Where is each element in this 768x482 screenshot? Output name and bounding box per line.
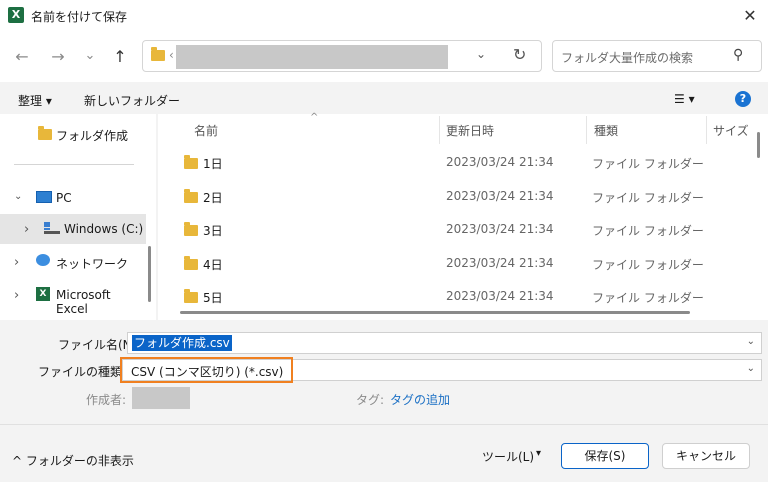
drive-icon — [44, 222, 60, 234]
organize-button[interactable]: 整理 ▾ — [18, 92, 52, 109]
folder-icon — [184, 155, 198, 169]
file-date: 2023/03/24 21:34 — [446, 289, 554, 303]
file-list-horizontal-scrollbar[interactable] — [180, 311, 690, 314]
file-type: ファイル フォルダー — [592, 291, 704, 305]
column-header-date[interactable]: 更新日時 — [446, 122, 494, 139]
search-box[interactable]: フォルダ大量作成の検索 ⚲ — [552, 40, 762, 72]
chevron-right-icon[interactable]: › — [14, 288, 19, 303]
nav-item-network[interactable]: › ネットワーク — [0, 248, 146, 276]
file-type: ファイル フォルダー — [592, 224, 704, 238]
chevron-down-icon[interactable]: ⌄ — [747, 363, 755, 374]
title-bar: X 名前を付けて保存 ✕ — [0, 0, 768, 32]
up-arrow-icon[interactable]: ↑ — [108, 45, 132, 69]
folder-icon — [151, 47, 165, 61]
folder-icon — [184, 222, 198, 236]
folder-icon — [184, 289, 198, 303]
file-date: 2023/03/24 21:34 — [446, 222, 554, 236]
nav-item-label: ネットワーク — [56, 257, 129, 271]
path-prefix: ‹ — [169, 48, 174, 62]
column-header-name[interactable]: 名前 — [194, 122, 218, 139]
search-placeholder: フォルダ大量作成の検索 — [561, 51, 694, 65]
file-name: 4日 — [203, 258, 223, 272]
network-icon — [36, 254, 50, 266]
close-icon[interactable]: ✕ — [738, 4, 762, 28]
redacted-author — [132, 387, 190, 409]
back-arrow-icon[interactable]: ← — [10, 45, 34, 69]
search-icon[interactable]: ⚲ — [733, 47, 743, 63]
add-tag-link[interactable]: タグの追加 — [390, 391, 450, 408]
nav-item-label: Microsoft Excel — [56, 288, 111, 316]
nav-item-microsoft-excel[interactable]: › X Microsoft Excel — [0, 281, 146, 316]
column-header-size[interactable]: サイズ — [713, 122, 749, 139]
column-separator[interactable] — [439, 116, 440, 144]
footer-divider — [0, 424, 768, 425]
tools-button[interactable]: ツール(L) — [482, 448, 534, 465]
file-name: 2日 — [203, 191, 223, 205]
file-date: 2023/03/24 21:34 — [446, 189, 554, 203]
file-row[interactable]: 4日 2023/03/24 21:34 ファイル フォルダー — [170, 251, 750, 277]
excel-icon: X — [36, 287, 50, 301]
column-header-type[interactable]: 種類 — [594, 122, 618, 139]
author-label: 作成者: — [86, 393, 127, 407]
file-type: ファイル フォルダー — [592, 157, 704, 171]
nav-item-windows-c[interactable]: › Windows (C:) — [0, 214, 146, 244]
folder-icon — [184, 256, 198, 270]
file-name: 3日 — [203, 224, 223, 238]
navigation-pane-scrollbar[interactable] — [148, 246, 151, 302]
chevron-right-icon[interactable]: › — [24, 222, 29, 237]
view-options-button[interactable]: ☰ ▾ — [674, 92, 695, 106]
nav-item-label: PC — [56, 191, 72, 205]
forward-arrow-icon[interactable]: → — [46, 45, 70, 69]
file-row[interactable]: 3日 2023/03/24 21:34 ファイル フォルダー — [170, 217, 750, 243]
chevron-right-icon[interactable]: › — [14, 255, 19, 270]
navigation-pane: フォルダ作成 ⌄ PC › Windows (C:) › ネットワーク › X … — [0, 114, 156, 320]
refresh-icon[interactable]: ↻ — [513, 45, 526, 64]
nav-divider — [14, 164, 134, 165]
file-row[interactable]: 1日 2023/03/24 21:34 ファイル フォルダー — [170, 150, 750, 176]
file-name: 1日 — [203, 157, 223, 171]
tags-label: タグ: — [356, 393, 385, 407]
file-type: ファイル フォルダー — [592, 191, 704, 205]
nav-item-label: フォルダ作成 — [56, 129, 129, 143]
file-type: ファイル フォルダー — [592, 258, 704, 272]
excel-app-icon: X — [8, 7, 24, 23]
tools-dropdown-icon[interactable]: ▾ — [536, 448, 541, 459]
filename-value: フォルダ作成.csv — [132, 335, 232, 351]
redacted-path — [176, 45, 448, 69]
file-name: 5日 — [203, 291, 223, 305]
file-row[interactable]: 2日 2023/03/24 21:34 ファイル フォルダー — [170, 184, 750, 210]
address-bar[interactable]: ‹ ⌄ ↻ — [142, 40, 542, 72]
nav-item-folder-create[interactable]: フォルダ作成 — [0, 119, 146, 147]
column-separator[interactable] — [586, 116, 587, 144]
filename-input[interactable]: フォルダ作成.csv ⌄ — [127, 332, 762, 354]
highlight-box — [120, 357, 293, 383]
hide-folders-button[interactable]: ^ フォルダーの非表示 — [12, 452, 134, 469]
computer-icon — [36, 191, 52, 203]
column-separator[interactable] — [706, 116, 707, 144]
sort-ascending-icon: ^ — [310, 112, 319, 123]
save-button[interactable]: 保存(S) — [561, 443, 649, 469]
command-toolbar: 整理 ▾ 新しいフォルダー ☰ ▾ — [0, 82, 768, 114]
nav-item-label: Windows (C:) — [64, 222, 144, 236]
file-date: 2023/03/24 21:34 — [446, 155, 554, 169]
recent-locations-chevron-icon[interactable]: ⌄ — [78, 44, 102, 68]
folder-icon — [184, 189, 198, 203]
help-icon[interactable]: ? — [735, 91, 751, 107]
new-folder-button[interactable]: 新しいフォルダー — [84, 92, 180, 109]
file-row[interactable]: 5日 2023/03/24 21:34 ファイル フォルダー — [170, 284, 750, 308]
dialog-title: 名前を付けて保存 — [31, 10, 128, 24]
chevron-down-icon[interactable]: ⌄ — [14, 191, 22, 202]
file-date: 2023/03/24 21:34 — [446, 256, 554, 270]
cancel-button[interactable]: キャンセル — [662, 443, 750, 469]
file-list-vertical-scrollbar[interactable] — [757, 132, 760, 158]
folder-icon — [38, 126, 52, 140]
save-as-dialog: X 名前を付けて保存 ✕ ← → ⌄ ↑ ‹ ⌄ ↻ フォルダ大量作成の検索 ⚲… — [0, 0, 768, 482]
nav-item-pc[interactable]: ⌄ PC — [0, 184, 146, 212]
chevron-down-icon[interactable]: ⌄ — [747, 336, 755, 347]
address-dropdown-chevron-icon[interactable]: ⌄ — [476, 47, 486, 61]
